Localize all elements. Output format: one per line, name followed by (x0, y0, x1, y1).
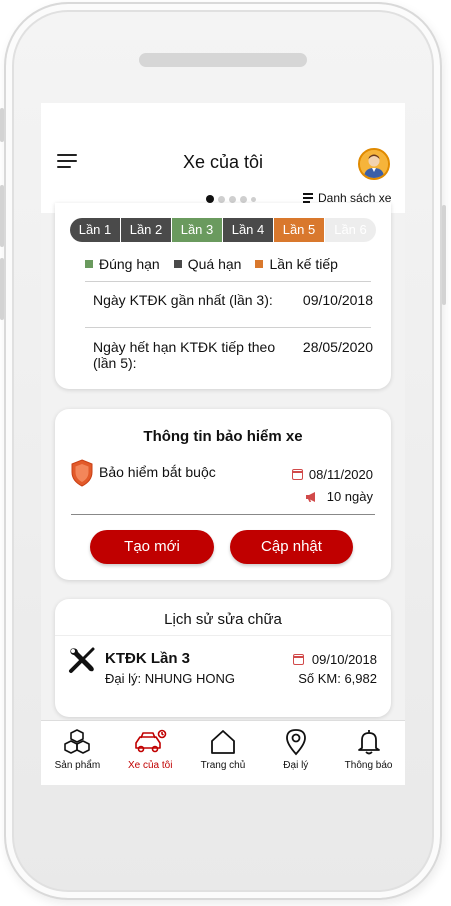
car-icon (135, 729, 167, 753)
last-inspection-row: Ngày KTĐK gần nhất (lần 3): 09/10/2018 (93, 292, 373, 308)
location-pin-icon (285, 729, 306, 756)
power-button (442, 205, 446, 305)
speaker-grille (139, 53, 307, 67)
insurance-card: Thông tin bảo hiểm xe Bảo hiểm bắt buộc … (55, 409, 391, 580)
nav-label: Đại lý (283, 760, 309, 771)
repair-date: 09/10/2018 (292, 652, 377, 667)
nav-home[interactable]: Trang chủ (187, 721, 260, 785)
insurance-days-value: 10 ngày (326, 489, 373, 504)
round-3[interactable]: Lần 3 (172, 218, 223, 242)
divider (55, 635, 391, 636)
legend-label: Quá hạn (187, 256, 242, 272)
inspection-card: Lần 1 Lần 2 Lần 3 Lần 4 Lần 5 Lần 6 Đúng… (55, 203, 391, 389)
next-inspection-row: Ngày hết hạn KTĐK tiếp theo (lần 5): 28/… (93, 339, 373, 371)
repair-agent: Đại lý: NHUNG HONG (105, 671, 236, 686)
repair-history-title: Lịch sử sửa chữa (164, 611, 282, 628)
insurance-date-value: 08/11/2020 (308, 467, 373, 482)
last-inspection-label: Ngày KTĐK gần nhất (lần 3): (93, 292, 273, 308)
carousel-dot[interactable] (218, 195, 225, 203)
carousel-dots[interactable] (206, 195, 256, 203)
megaphone-icon (305, 491, 315, 502)
carousel-dot[interactable] (240, 195, 247, 203)
nav-dealers[interactable]: Đại lý (259, 721, 332, 785)
repair-history-card: Lịch sử sửa chữa KTĐK Lần 3 Đại lý: NHUN… (55, 599, 391, 717)
round-1[interactable]: Lần 1 (70, 218, 121, 242)
list-icon (303, 193, 313, 203)
nav-label: Thông báo (344, 760, 393, 771)
insurance-date: 08/11/2020 (291, 467, 373, 482)
app-header: Xe của tôi Danh sách xe (41, 103, 405, 213)
calendar-icon (291, 469, 303, 480)
legend-on-time: Đúng hạn (85, 256, 160, 272)
nav-notifications[interactable]: Thông báo (332, 721, 405, 785)
home-icon (211, 730, 235, 754)
divider (71, 514, 375, 515)
side-button (0, 108, 4, 142)
status-legend: Đúng hạn Quá hạn Lần kế tiếp (85, 256, 352, 272)
shield-icon (71, 459, 93, 487)
divider (85, 281, 371, 282)
round-2[interactable]: Lần 2 (121, 218, 172, 242)
carousel-dot[interactable] (206, 195, 214, 203)
insurance-days: 10 ngày (305, 489, 373, 504)
last-inspection-date: 09/10/2018 (302, 292, 373, 308)
volume-down-button (0, 258, 4, 320)
calendar-icon (292, 654, 304, 665)
legend-swatch (173, 260, 182, 268)
insurance-type: Bảo hiểm bắt buộc (99, 464, 216, 480)
repair-date-value: 09/10/2018 (311, 652, 377, 667)
carousel-dot[interactable] (251, 196, 256, 202)
next-inspection-label-cont: (lần 5): (93, 355, 137, 371)
wrench-icon (69, 647, 95, 673)
nav-label: Xe của tôi (127, 760, 173, 771)
nav-label: Sản phẩm (54, 760, 101, 771)
cubes-icon (64, 729, 91, 754)
legend-label: Lần kế tiếp (269, 256, 338, 272)
divider (85, 327, 371, 328)
nav-my-car[interactable]: Xe của tôi (114, 721, 187, 785)
nav-label: Trang chủ (200, 760, 246, 771)
inspection-rounds: Lần 1 Lần 2 Lần 3 Lần 4 Lần 5 Lần 6 (70, 218, 376, 242)
carousel-dot[interactable] (229, 195, 236, 203)
repair-item-title: KTĐK Lần 3 (105, 650, 191, 667)
round-4[interactable]: Lần 4 (223, 218, 274, 242)
avatar[interactable] (358, 148, 390, 180)
legend-swatch (255, 260, 264, 268)
nav-products[interactable]: Sản phẩm (41, 721, 114, 785)
bottom-nav: Sản phẩm Xe của tôi Trang chủ Đại lý Thô… (41, 720, 405, 785)
legend-label: Đúng hạn (99, 256, 160, 272)
app-screen: Xe của tôi Danh sách xe Lần 1 Lần 2 Lần … (41, 103, 405, 785)
legend-swatch (85, 260, 93, 268)
volume-up-button (0, 185, 4, 247)
legend-overdue: Quá hạn (173, 256, 242, 272)
repair-km: Số KM: 6,982 (298, 671, 377, 686)
legend-next: Lần kế tiếp (255, 256, 338, 272)
next-inspection-date: 28/05/2020 (302, 339, 373, 355)
insurance-title: Thông tin bảo hiểm xe (143, 428, 303, 445)
bell-icon (357, 730, 380, 755)
update-button[interactable]: Cập nhật (230, 530, 353, 564)
round-6[interactable]: Lần 6 (325, 218, 376, 242)
page-title: Xe của tôi (182, 152, 264, 172)
round-5[interactable]: Lần 5 (274, 218, 325, 242)
create-new-button[interactable]: Tạo mới (90, 530, 214, 564)
